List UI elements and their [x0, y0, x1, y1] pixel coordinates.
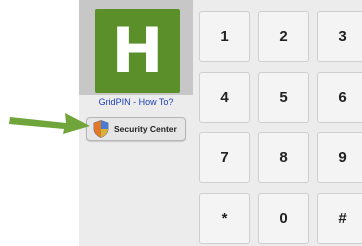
keypad-key-1[interactable]: 1	[199, 11, 250, 62]
keypad-key-8[interactable]: 8	[258, 132, 309, 183]
keypad-key-9[interactable]: 9	[317, 132, 362, 183]
keypad-key-hash[interactable]: #	[317, 193, 362, 244]
keypad-key-3[interactable]: 3	[317, 11, 362, 62]
keypad-key-6[interactable]: 6	[317, 72, 362, 123]
security-center-label: Security Center	[114, 124, 177, 134]
keypad-key-4[interactable]: 4	[199, 72, 250, 123]
logo-letter: H	[111, 14, 164, 87]
keypad-key-star[interactable]: *	[199, 193, 250, 244]
arrow-right-icon	[9, 113, 90, 134]
howto-link[interactable]: GridPIN - How To?	[79, 97, 193, 107]
keypad-key-0[interactable]: 0	[258, 193, 309, 244]
security-center-button[interactable]: Security Center	[86, 117, 186, 141]
shield-icon	[93, 120, 109, 138]
h-logo-icon: H	[95, 9, 180, 93]
keypad-key-7[interactable]: 7	[199, 132, 250, 183]
keypad-key-5[interactable]: 5	[258, 72, 309, 123]
keypad-key-2[interactable]: 2	[258, 11, 309, 62]
